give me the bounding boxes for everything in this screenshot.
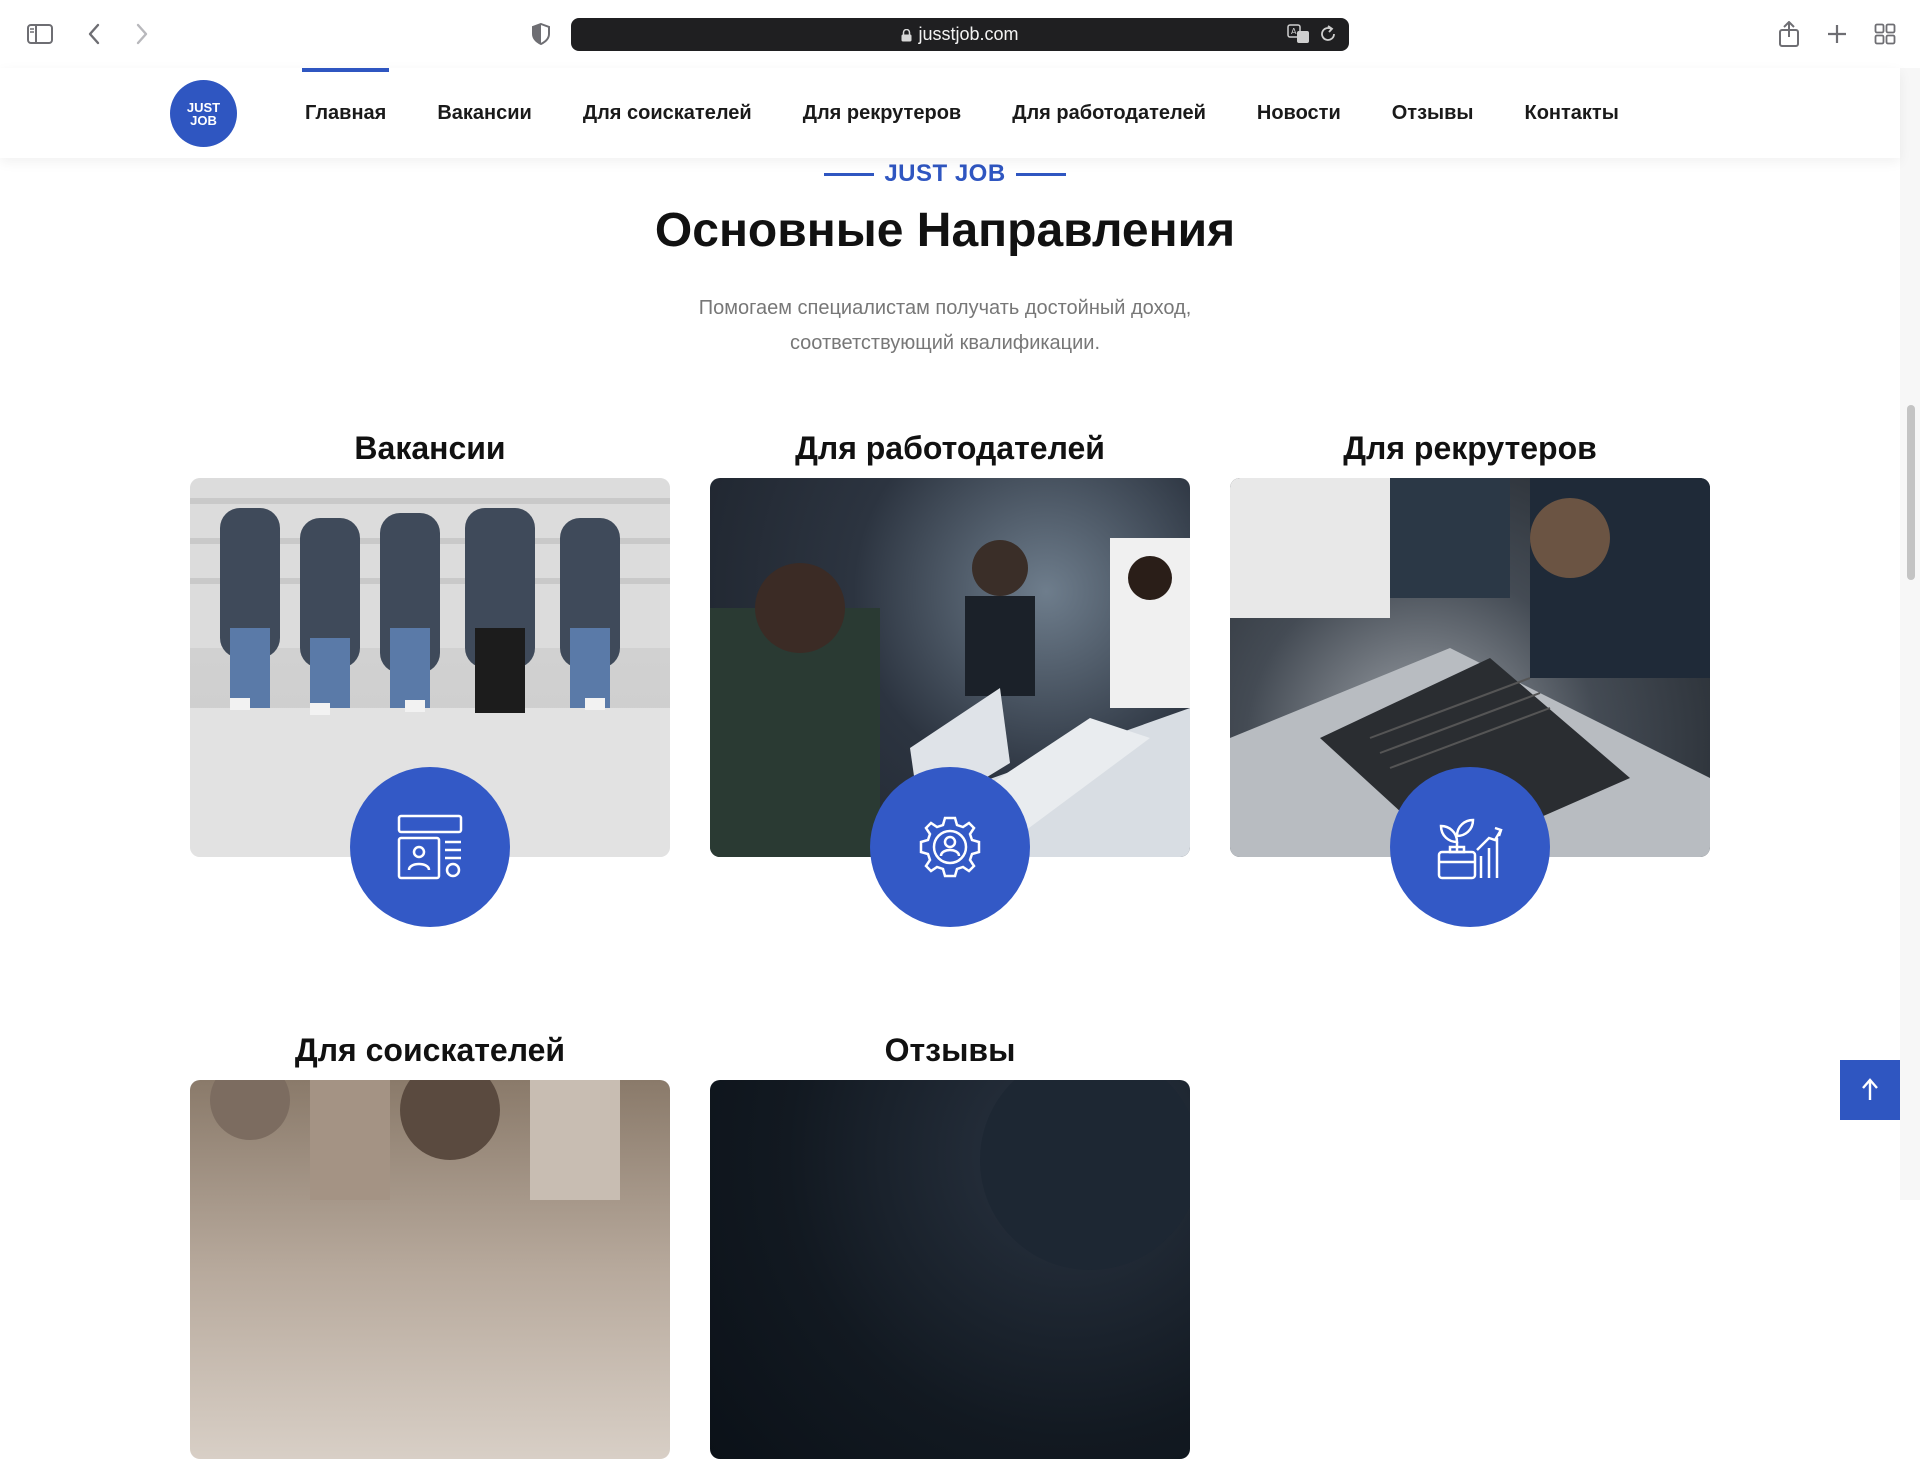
card-title: Для работодателей — [795, 430, 1105, 466]
card-image[interactable] — [710, 1080, 1190, 1459]
eyebrow-text: JUST JOB — [884, 160, 1006, 187]
share-icon[interactable] — [1774, 20, 1804, 48]
nav-item-home[interactable]: Главная — [301, 68, 390, 158]
nav-item-contacts[interactable]: Контакты — [1524, 68, 1618, 158]
eyebrow-line-right — [1015, 173, 1066, 177]
translate-icon[interactable]: A — [1287, 24, 1311, 49]
nav-item-recruiters[interactable]: Для рекрутеров — [803, 68, 962, 158]
section-subtitle: Помогаем специалистам получать достойный… — [0, 291, 1890, 361]
sidebar-toggle-icon[interactable] — [25, 20, 55, 48]
logo[interactable]: JUST JOB — [170, 80, 237, 147]
main-nav: Главная Вакансии Для соискателей Для рек… — [301, 68, 1619, 158]
browser-toolbar: jusstjob.com A — [0, 0, 1920, 68]
nav-item-vacancies[interactable]: Вакансии — [437, 68, 532, 158]
card-title: Для рекрутеров — [1343, 430, 1597, 466]
site-header: JUST JOB Главная Вакансии Для соискателе… — [0, 68, 1900, 158]
card-title: Для соискателей — [294, 1032, 566, 1068]
new-tab-icon[interactable] — [1822, 20, 1852, 48]
subtitle-line-2: соответствующий квалификации. — [789, 332, 1101, 354]
tab-overview-icon[interactable] — [1870, 20, 1900, 48]
growth-briefcase-icon — [1390, 767, 1550, 927]
nav-item-employers[interactable]: Для работодателей — [1012, 68, 1206, 158]
nav-item-job-seekers[interactable]: Для соискателей — [583, 68, 752, 158]
reload-icon[interactable] — [1319, 24, 1337, 49]
url-text: jusstjob.com — [918, 24, 1019, 44]
section-eyebrow: JUST JOB — [0, 160, 1890, 188]
back-icon[interactable] — [79, 20, 109, 48]
section-title: Основные Направления — [654, 204, 1236, 257]
eyebrow-line-left — [824, 173, 875, 177]
forward-icon[interactable] — [127, 20, 157, 48]
back-to-top-button[interactable] — [1840, 1060, 1900, 1120]
page-scrollbar[interactable] — [1900, 68, 1920, 1200]
nav-item-reviews[interactable]: Отзывы — [1392, 68, 1474, 158]
address-bar[interactable]: jusstjob.com A — [571, 18, 1349, 51]
scrollbar-thumb[interactable] — [1907, 405, 1915, 580]
logo-text: JUST JOB — [186, 99, 221, 128]
resume-icon — [350, 767, 510, 927]
arrow-up-icon — [1862, 1078, 1878, 1100]
nav-item-news[interactable]: Новости — [1257, 68, 1341, 158]
card-title: Отзывы — [884, 1032, 1016, 1068]
card-image[interactable] — [190, 1080, 670, 1459]
subtitle-line-1: Помогаем специалистам получать достойный… — [698, 297, 1192, 319]
lock-icon — [901, 29, 912, 42]
gear-person-icon — [870, 767, 1030, 927]
svg-text:A: A — [1291, 27, 1297, 36]
privacy-shield-icon[interactable] — [526, 20, 556, 48]
card-title: Вакансии — [354, 430, 506, 466]
